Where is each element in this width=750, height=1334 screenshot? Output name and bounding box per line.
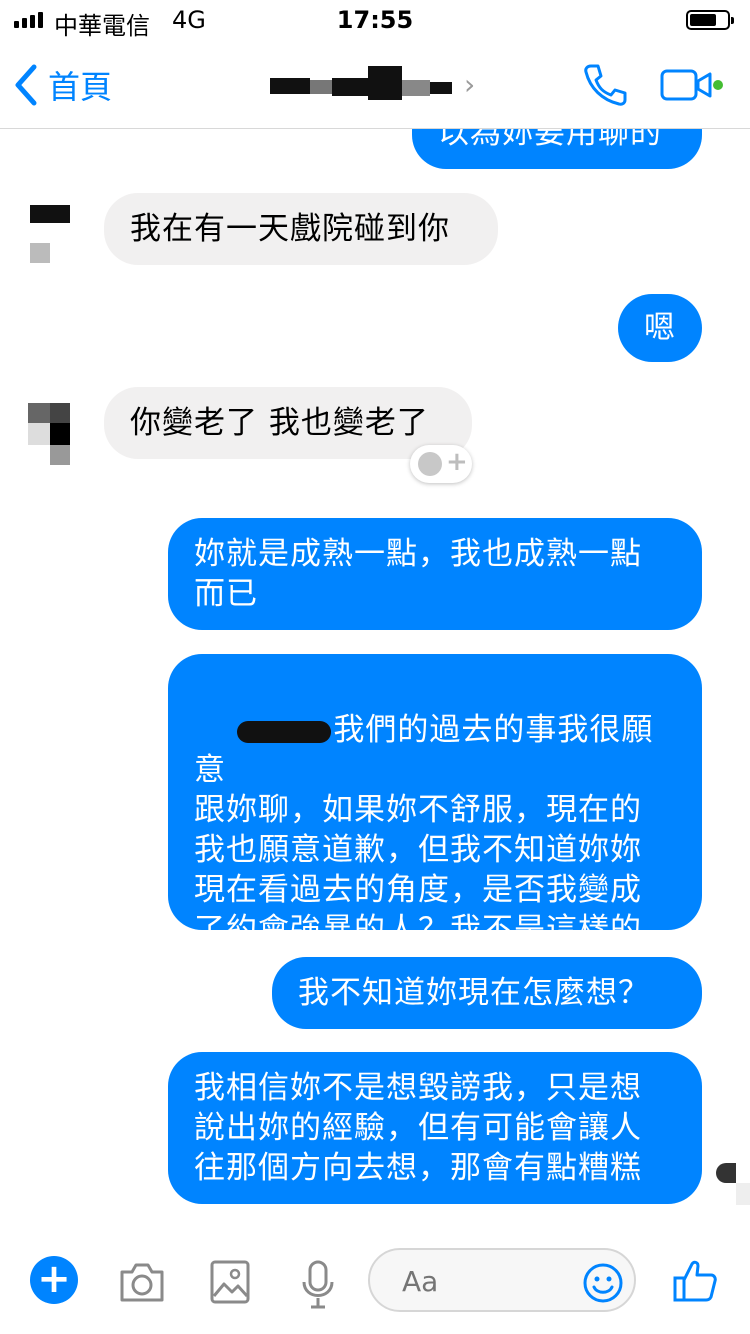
message-bubble-outgoing[interactable]: 嗯 (618, 294, 702, 362)
back-label: 首頁 (48, 68, 113, 106)
contact-name-redacted[interactable] (270, 66, 460, 104)
back-button[interactable]: 首頁 (14, 62, 112, 108)
clock: 17:55 (336, 6, 414, 34)
conversation-header: 首頁 › (0, 40, 750, 129)
message-bubble-outgoing[interactable]: 我不知道妳現在怎麼想？ (272, 957, 702, 1029)
avatar[interactable] (28, 203, 70, 265)
plus-button[interactable]: + (30, 1256, 78, 1304)
redacted-name (237, 720, 332, 743)
message-text: 我們的過去的事我很願意 跟妳聊，如果妳不舒服，現在的 我也願意道歉，但我不知道妳… (194, 712, 654, 988)
battery-icon (686, 10, 734, 30)
message-bubble-incoming[interactable]: 我在有一天戲院碰到你 (104, 193, 498, 265)
composer-bar: + (0, 1240, 750, 1334)
chevron-right-icon[interactable]: › (464, 68, 475, 101)
plus-icon: + (446, 447, 468, 477)
seen-avatar (706, 1159, 750, 1205)
camera-icon[interactable] (118, 1260, 166, 1304)
message-bubble-outgoing[interactable]: 我們的過去的事我很願意 跟妳聊，如果妳不舒服，現在的 我也願意道歉，但我不知道妳… (168, 654, 702, 988)
message-bubble-outgoing[interactable]: 以為妳要用聊的 (412, 129, 702, 169)
image-icon[interactable] (210, 1260, 250, 1304)
status-bar: 中華電信 4G 17:55 (0, 0, 750, 40)
online-dot (713, 80, 723, 90)
add-reaction-button[interactable]: + (410, 445, 472, 483)
smiley-icon (418, 452, 442, 476)
message-input[interactable] (400, 1262, 574, 1300)
message-bubble-outgoing[interactable]: 妳就是成熟一點，我也成熟一點 而已 (168, 518, 702, 630)
phone-icon[interactable] (582, 62, 628, 108)
microphone-icon[interactable] (300, 1260, 336, 1310)
video-camera-icon[interactable] (660, 68, 740, 102)
message-input-container[interactable] (368, 1248, 636, 1312)
emoji-icon[interactable] (582, 1262, 624, 1304)
chevron-left-icon (15, 64, 37, 106)
thumbs-up-icon[interactable] (672, 1258, 718, 1304)
avatar[interactable] (28, 403, 70, 465)
message-list[interactable]: 以為妳要用聊的 我在有一天戲院碰到你 嗯 你變老了 我也變老了 + 妳就是成熟一… (0, 129, 750, 1229)
message-bubble-outgoing[interactable]: 我相信妳不是想毀謗我，只是想 說出妳的經驗，但有可能會讓人 往那個方向去想，那會… (168, 1052, 702, 1204)
